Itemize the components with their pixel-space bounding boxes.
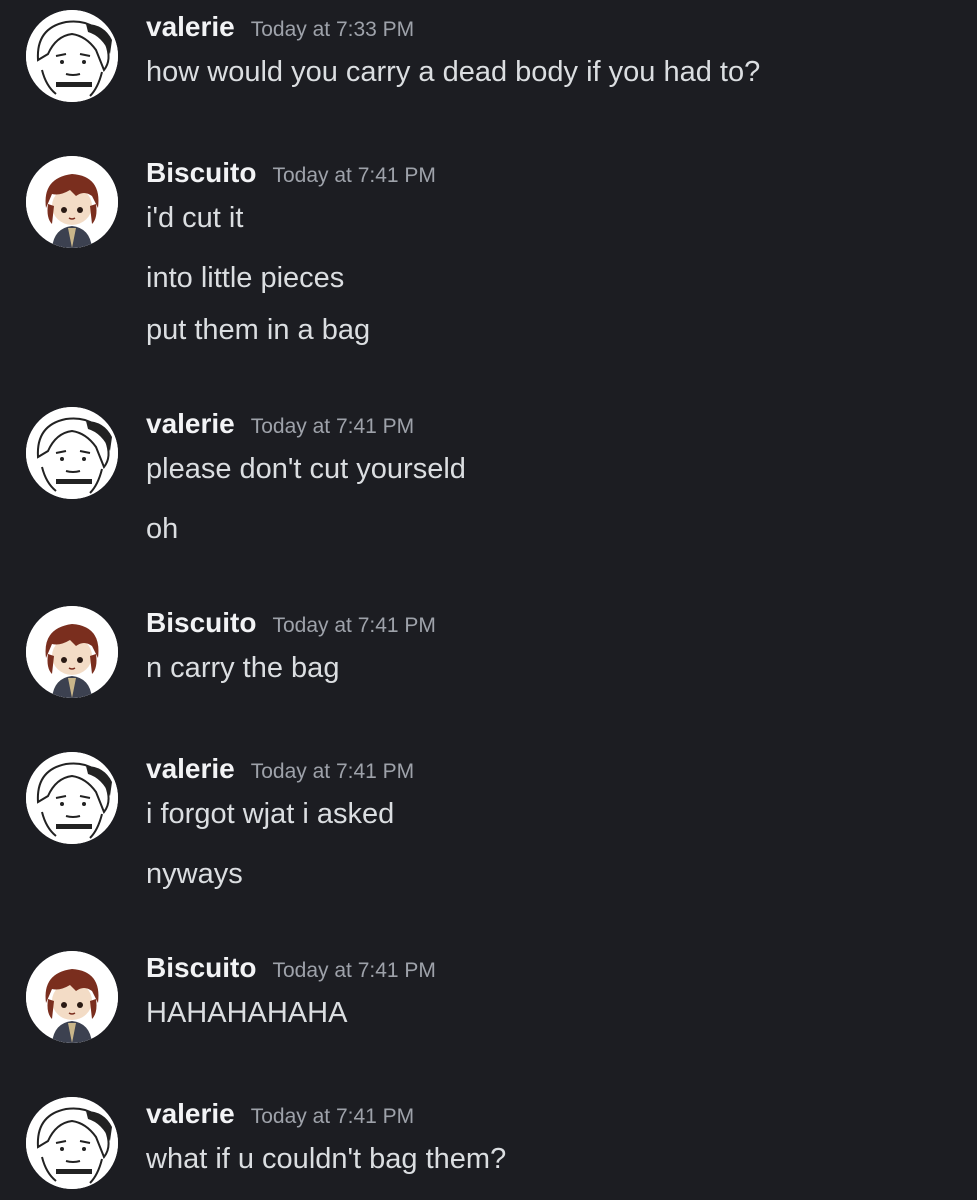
- avatar[interactable]: [26, 407, 118, 499]
- timestamp: Today at 7:41 PM: [250, 760, 415, 783]
- timestamp: Today at 7:41 PM: [272, 614, 436, 637]
- message-text: what if u couldn't bag them?: [146, 1143, 507, 1175]
- message-header: valerie Today at 7:41 PM: [146, 752, 414, 789]
- author-name[interactable]: Biscuito: [146, 607, 256, 638]
- author-name[interactable]: valerie: [146, 753, 235, 784]
- message-text: i'd cut it: [146, 202, 244, 234]
- message-text: i forgot wjat i asked: [146, 798, 395, 830]
- valerie-avatar-icon: [26, 1097, 118, 1189]
- avatar[interactable]: [26, 951, 118, 1043]
- author-name[interactable]: valerie: [146, 1098, 235, 1129]
- message-header: valerie Today at 7:33 PM: [146, 10, 414, 47]
- avatar[interactable]: [26, 10, 118, 102]
- author-name[interactable]: Biscuito: [146, 952, 256, 983]
- message-header: Biscuito Today at 7:41 PM: [146, 606, 436, 643]
- author-name[interactable]: valerie: [146, 11, 235, 42]
- timestamp: Today at 7:41 PM: [250, 415, 415, 438]
- biscuito-avatar-icon: [26, 606, 118, 698]
- message-text: into little pieces: [146, 262, 345, 294]
- message-text: n carry the bag: [146, 652, 340, 684]
- message-text: oh: [146, 513, 179, 545]
- avatar[interactable]: [26, 156, 118, 248]
- avatar[interactable]: [26, 1097, 118, 1189]
- message-text: nyways: [146, 858, 243, 890]
- valerie-avatar-icon: [26, 10, 118, 102]
- author-name[interactable]: valerie: [146, 408, 235, 439]
- message-header: Biscuito Today at 7:41 PM: [146, 951, 436, 988]
- author-name[interactable]: Biscuito: [146, 157, 256, 188]
- biscuito-avatar-icon: [26, 156, 118, 248]
- message-header: valerie Today at 7:41 PM: [146, 407, 414, 444]
- timestamp: Today at 7:41 PM: [250, 1105, 415, 1128]
- valerie-avatar-icon: [26, 752, 118, 844]
- avatar[interactable]: [26, 606, 118, 698]
- valerie-avatar-icon: [26, 407, 118, 499]
- message-text: HAHAHAHAHA: [146, 997, 348, 1029]
- message-text: how would you carry a dead body if you h…: [146, 56, 761, 88]
- avatar[interactable]: [26, 752, 118, 844]
- message-text: please don't cut yourseld: [146, 453, 466, 485]
- message-text: put them in a bag: [146, 314, 371, 346]
- timestamp: Today at 7:33 PM: [250, 18, 415, 41]
- biscuito-avatar-icon: [26, 951, 118, 1043]
- message-header: valerie Today at 7:41 PM: [146, 1097, 414, 1134]
- timestamp: Today at 7:41 PM: [272, 959, 436, 982]
- message-header: Biscuito Today at 7:41 PM: [146, 156, 436, 193]
- timestamp: Today at 7:41 PM: [272, 164, 436, 187]
